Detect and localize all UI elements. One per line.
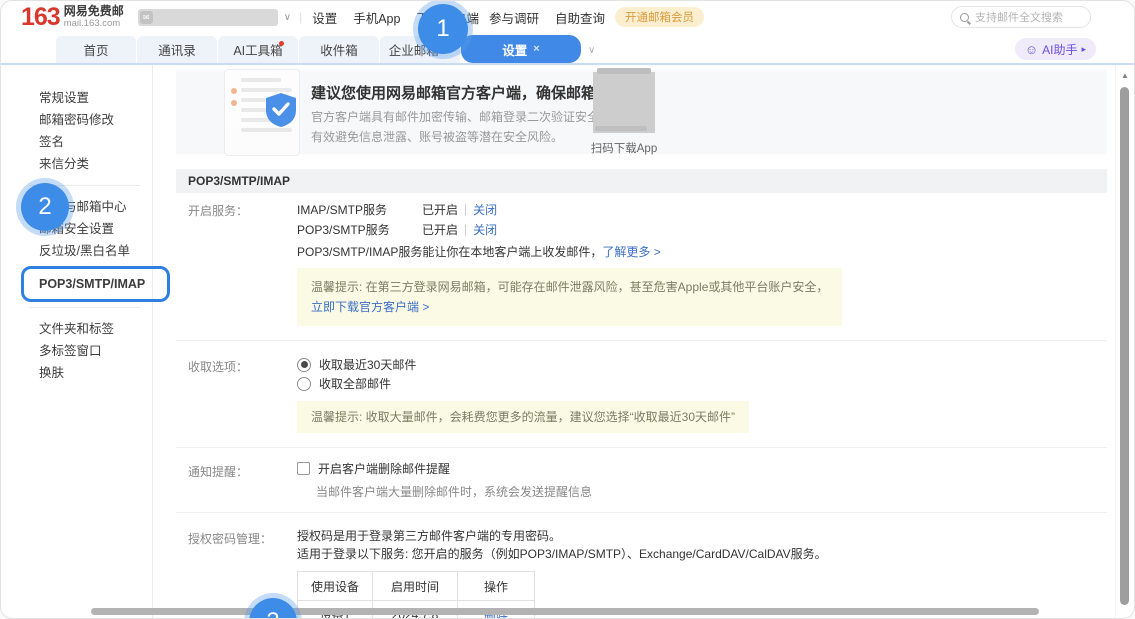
section-title-pop3-smtp-imap: POP3/SMTP/IMAP (176, 169, 1107, 193)
header-link-survey[interactable]: 参与调研 (489, 8, 539, 27)
search-input[interactable]: 支持邮件全文搜索 (951, 6, 1091, 28)
service-description: POP3/SMTP/IMAP服务能让你在本地客户端上收发邮件， (297, 245, 602, 259)
qr-caption: 扫码下载App (575, 140, 673, 156)
notify-label: 通知提醒： (176, 460, 297, 500)
step-annotation-2: 2 (21, 183, 69, 231)
account-chevron-down-icon[interactable]: ∨ (284, 12, 291, 23)
top-header: 163 网易免费邮 mail.163.com ✉ ∨ | 设置 手机App 下载… (1, 1, 1134, 33)
settings-main-panel: 建议您使用网易邮箱官方客户端，确保邮箱安全 官方客户端具有邮件加密传输、邮箱登录… (153, 65, 1115, 619)
account-email-redacted[interactable]: ✉ (138, 9, 278, 26)
settings-sidebar: 常规设置 邮箱密码修改 签名 来信分类 账号与邮箱中心 邮箱安全设置 反垃圾/黑… (1, 65, 153, 619)
tab-settings[interactable]: 设置× (461, 35, 581, 63)
fetch-options-label: 收取选项： (176, 355, 297, 433)
tab-home[interactable]: 首页 (56, 36, 136, 63)
sidebar-item-mail-classification[interactable]: 来信分类 (1, 153, 152, 175)
imap-smtp-service-name: IMAP/SMTP服务 (297, 201, 422, 218)
scroll-up-arrow-icon[interactable]: ▲ (1116, 71, 1134, 80)
tab-contacts[interactable]: 通讯录 (137, 36, 217, 63)
mail-icon: ✉ (140, 11, 153, 24)
official-client-banner: 建议您使用网易邮箱官方客户端，确保邮箱安全 官方客户端具有邮件加密传输、邮箱登录… (176, 70, 1107, 154)
horizontal-scrollbar-thumb[interactable] (91, 608, 1039, 615)
radio-fetch-30days[interactable]: 收取最近30天邮件 (297, 355, 1107, 374)
checkbox-unchecked-icon (297, 462, 310, 475)
tab-inbox[interactable]: 收件箱 (299, 36, 379, 63)
tab-ai-toolbox[interactable]: AI工具箱 (218, 36, 298, 63)
imap-smtp-status: 已开启 (422, 201, 458, 218)
sidebar-item-general[interactable]: 常规设置 (1, 87, 152, 109)
ai-assistant-icon: ☺ (1025, 42, 1038, 57)
banner-title: 建议您使用网易邮箱官方客户端，确保邮箱安全 (311, 82, 626, 103)
download-official-client-link[interactable]: 立即下载官方客户端 > (311, 300, 429, 314)
ai-assistant-button[interactable]: ☺ AI助手 ▸ (1015, 38, 1096, 60)
header-link-settings[interactable]: 设置 (312, 8, 337, 27)
sidebar-item-pop3-smtp-imap[interactable]: POP3/SMTP/IMAP (1, 271, 152, 297)
sidebar-divider (29, 307, 140, 308)
fetch-tip-box: 温馨提示: 收取大量邮件，会耗费您更多的流量，建议您选择“收取最近30天邮件” (297, 401, 749, 433)
auth-desc-line2: 适用于登录以下服务: 您开启的服务（例如POP3/IMAP/SMTP）、Exch… (297, 545, 1107, 563)
sidebar-item-security[interactable]: 邮箱安全设置 (1, 218, 152, 240)
sidebar-item-multitab[interactable]: 多标签窗口 (1, 340, 152, 362)
search-icon (960, 13, 969, 22)
vertical-scrollbar-thumb[interactable] (1120, 87, 1129, 605)
logo-163: 163 (21, 5, 60, 29)
col-device: 使用设备 (298, 572, 373, 601)
radio-unselected-icon (297, 377, 311, 391)
delete-reminder-checkbox[interactable]: 开启客户端删除邮件提醒 (297, 460, 1107, 477)
col-action: 操作 (458, 572, 535, 601)
pop3-smtp-service-name: POP3/SMTP服务 (297, 221, 422, 238)
close-icon[interactable]: × (533, 43, 539, 55)
security-tip-box: 温馨提示: 在第三方登录网易邮箱，可能存在邮件泄露风险，甚至危害Apple或其他… (297, 268, 842, 326)
learn-more-link[interactable]: 了解更多 > (602, 245, 660, 259)
vip-membership-badge[interactable]: 开通邮箱会员 (615, 7, 704, 27)
header-divider: | (299, 10, 302, 24)
sidebar-item-password-change[interactable]: 邮箱密码修改 (1, 109, 152, 131)
radio-fetch-all[interactable]: 收取全部邮件 (297, 374, 1107, 393)
new-badge-dot (279, 41, 284, 46)
mail-settings-window: 163 网易免费邮 mail.163.com ✉ ∨ | 设置 手机App 下载… (0, 0, 1135, 619)
logo-name: 网易免费邮 (64, 5, 124, 18)
step-annotation-1: 1 (418, 4, 468, 54)
imap-smtp-close-link[interactable]: 关闭 (473, 201, 497, 218)
vertical-scrollbar: ▲ (1115, 65, 1134, 619)
shield-check-icon (264, 92, 298, 128)
tab-bar: 首页 通讯录 AI工具箱 收件箱 企业邮箱× 设置× ∨ ☺ AI助手 ▸ (1, 33, 1134, 65)
pop3-smtp-status: 已开启 (422, 221, 458, 238)
qr-code (593, 72, 655, 133)
logo-domain: mail.163.com (64, 18, 124, 29)
radio-selected-icon (297, 358, 311, 372)
col-enable-time: 启用时间 (373, 572, 458, 601)
sidebar-item-signature[interactable]: 签名 (1, 131, 152, 153)
tab-list-chevron-down-icon[interactable]: ∨ (588, 45, 595, 56)
sidebar-item-folders-tags[interactable]: 文件夹和标签 (1, 318, 152, 340)
pop3-smtp-close-link[interactable]: 关闭 (473, 221, 497, 238)
search-placeholder: 支持邮件全文搜索 (975, 9, 1063, 25)
sidebar-item-antispam-lists[interactable]: 反垃圾/黑白名单 (1, 240, 152, 262)
arrow-right-icon: ▸ (1081, 44, 1086, 55)
auth-desc-line1: 授权码是用于登录第三方邮件客户端的专用密码。 (297, 527, 1107, 545)
service-label: 开启服务： (176, 199, 297, 326)
header-link-self-service[interactable]: 自助查询 (555, 8, 605, 27)
header-link-mobile-app[interactable]: 手机App (353, 8, 400, 27)
163-mail-logo[interactable]: 163 网易免费邮 mail.163.com (21, 5, 124, 29)
sidebar-item-skin[interactable]: 换肤 (1, 362, 152, 384)
notify-note: 当邮件客户端大量删除邮件时，系统会发送提醒信息 (297, 483, 1107, 500)
